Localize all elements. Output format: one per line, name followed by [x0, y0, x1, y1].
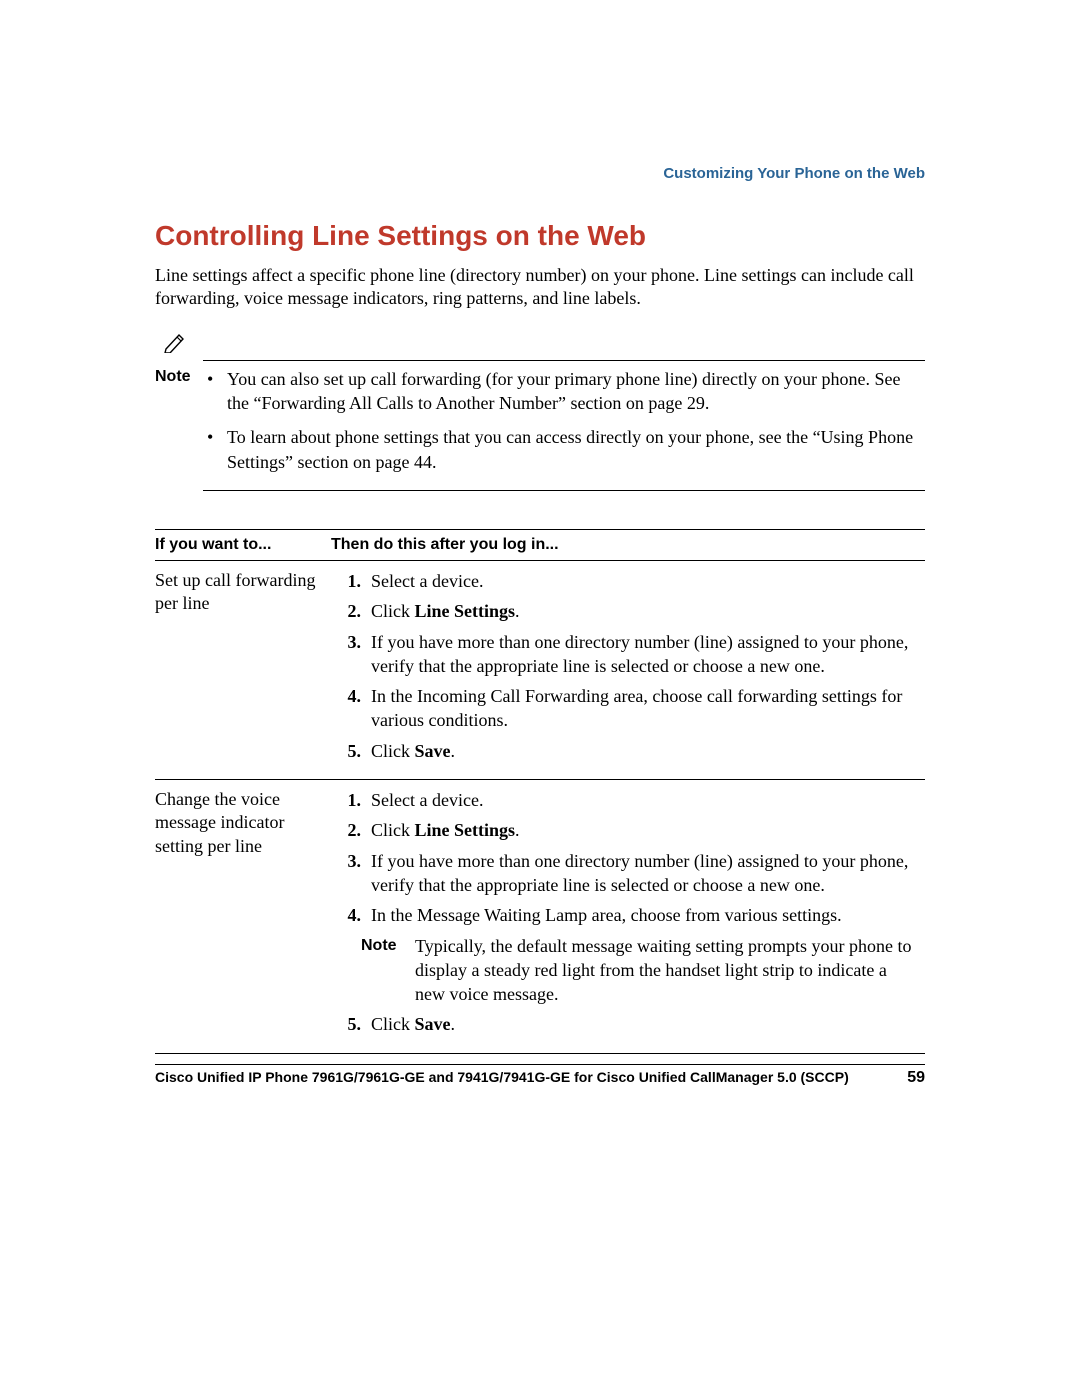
step-number: 3. — [331, 630, 371, 654]
steps-list: 1.Select a device.2.Click Line Settings.… — [331, 569, 919, 763]
steps-cell: 1.Select a device.2.Click Line Settings.… — [331, 560, 925, 779]
step-number: 2. — [331, 818, 371, 842]
step-text: Select a device. — [371, 788, 919, 812]
step-item: 4.In the Incoming Call Forwarding area, … — [331, 684, 919, 733]
step-item: 2.Click Line Settings. — [331, 599, 919, 623]
step-number: 4. — [331, 903, 371, 927]
step-text: Click Save. — [371, 1012, 919, 1036]
section-title: Controlling Line Settings on the Web — [155, 220, 925, 252]
step-text: Click Line Settings. — [371, 599, 919, 623]
footer-page-number: 59 — [907, 1069, 925, 1087]
step-text: If you have more than one directory numb… — [371, 630, 919, 679]
step-number: 3. — [331, 849, 371, 873]
table-header-left: If you want to... — [155, 529, 331, 560]
pencil-icon — [163, 331, 925, 358]
steps-list: 1.Select a device.2.Click Line Settings.… — [331, 788, 919, 1037]
note-rule-bottom — [203, 490, 925, 491]
step-item: 1.Select a device. — [331, 569, 919, 593]
table-header-right: Then do this after you log in... — [331, 529, 925, 560]
procedure-table: If you want to... Then do this after you… — [155, 529, 925, 1054]
step-number: 1. — [331, 788, 371, 812]
inner-note: NoteTypically, the default message waiti… — [361, 934, 919, 1007]
section-intro: Line settings affect a specific phone li… — [155, 264, 925, 311]
step-item: 1.Select a device. — [331, 788, 919, 812]
step-number: 2. — [331, 599, 371, 623]
step-item: 3.If you have more than one directory nu… — [331, 849, 919, 898]
table-row: Change the voice message indicator setti… — [155, 780, 925, 1054]
step-number: 1. — [331, 569, 371, 593]
step-item: 2.Click Line Settings. — [331, 818, 919, 842]
step-item: 5.Click Save. — [331, 739, 919, 763]
inner-note-text: Typically, the default message waiting s… — [415, 934, 919, 1007]
step-text: In the Message Waiting Lamp area, choose… — [371, 903, 919, 927]
step-text: Select a device. — [371, 569, 919, 593]
inner-note-label: Note — [361, 934, 415, 957]
note-bullets: You can also set up call forwarding (for… — [203, 367, 925, 484]
step-item: 3.If you have more than one directory nu… — [331, 630, 919, 679]
note-rule-top — [203, 360, 925, 361]
footer-rule — [155, 1064, 925, 1065]
note-bullet: To learn about phone settings that you c… — [203, 425, 925, 474]
running-head: Customizing Your Phone on the Web — [663, 165, 925, 182]
step-text: Click Save. — [371, 739, 919, 763]
step-number: 5. — [331, 1012, 371, 1036]
note-bullet: You can also set up call forwarding (for… — [203, 367, 925, 416]
step-item: 5.Click Save. — [331, 1012, 919, 1036]
step-text: If you have more than one directory numb… — [371, 849, 919, 898]
note-block: Note You can also set up call forwarding… — [155, 331, 925, 491]
task-cell: Change the voice message indicator setti… — [155, 780, 331, 1054]
steps-cell: 1.Select a device.2.Click Line Settings.… — [331, 780, 925, 1054]
task-cell: Set up call forwarding per line — [155, 560, 331, 779]
step-text: Click Line Settings. — [371, 818, 919, 842]
step-item: 4.In the Message Waiting Lamp area, choo… — [331, 903, 919, 927]
step-number: 5. — [331, 739, 371, 763]
step-number: 4. — [331, 684, 371, 708]
footer-doc-title: Cisco Unified IP Phone 7961G/7961G-GE an… — [155, 1069, 849, 1085]
note-label: Note — [155, 367, 203, 386]
page-footer: Cisco Unified IP Phone 7961G/7961G-GE an… — [155, 1064, 925, 1087]
step-text: In the Incoming Call Forwarding area, ch… — [371, 684, 919, 733]
table-row: Set up call forwarding per line1.Select … — [155, 560, 925, 779]
